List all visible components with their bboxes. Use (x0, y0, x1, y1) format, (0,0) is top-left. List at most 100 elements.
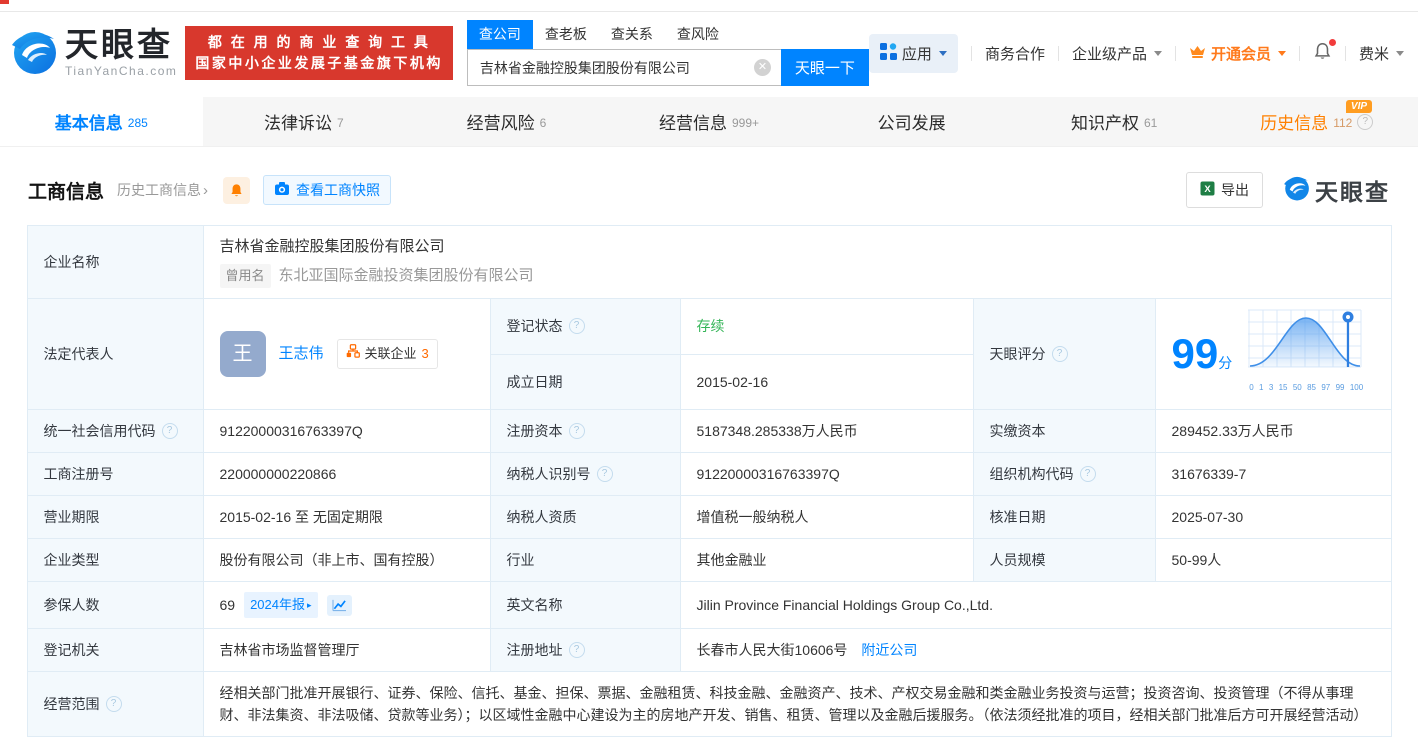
section-title: 工商信息 (28, 181, 105, 203)
business-info-table: 企业名称 吉林省金融控股集团股份有限公司 曾用名 东北亚国际金融投资集团股份有限… (26, 225, 1392, 737)
tianyan-score[interactable]: 99分 0 1 3 15 50 85 97 99 100 (1172, 309, 1375, 399)
search-tab-relation[interactable]: 查关系 (599, 20, 665, 49)
tab-company-development[interactable]: 公司发展 (810, 97, 1013, 146)
notification-dot (1328, 38, 1336, 46)
former-name-value: 东北亚国际金融投资集团股份有限公司 (278, 267, 534, 284)
search-module: 查公司 查老板 查关系 查风险 ✕ 天眼一下 (466, 20, 869, 86)
score-distribution-chart: 0 1 3 15 50 85 97 99 100 (1248, 309, 1364, 399)
tab-history-info[interactable]: VIP 历史信息 112 ? (1215, 97, 1418, 146)
field-label-approval-date: 核准日期 (972, 495, 1156, 539)
help-icon[interactable]: ? (596, 466, 613, 482)
tab-count: 61 (1144, 115, 1158, 130)
help-icon[interactable]: ? (161, 423, 178, 439)
tab-operation-info[interactable]: 经营信息 999+ (608, 97, 811, 146)
brand-domain: TianYanCha.com (65, 64, 178, 79)
search-tab-company[interactable]: 查公司 (466, 20, 533, 49)
reg-capital-value: 5187348.285338万人民币 (679, 409, 974, 453)
business-scope-value: 经相关部门批准开展银行、证券、保险、信托、基金、担保、票据、金融租赁、科技金融、… (202, 671, 1392, 737)
tab-label: 历史信息 (1260, 114, 1329, 133)
caret-right-icon: ▸ (307, 600, 312, 610)
notification-bell-icon[interactable] (1313, 38, 1336, 65)
nav-divider (1344, 45, 1346, 61)
help-icon[interactable]: ? (568, 642, 585, 658)
nav-cooperation[interactable]: 商务合作 (985, 43, 1045, 64)
tab-label: 知识产权 (1071, 114, 1139, 133)
tab-label: 经营风险 (466, 114, 535, 133)
related-companies-chip[interactable]: 关联企业 3 (336, 339, 438, 369)
tab-count: 285 (127, 115, 148, 130)
legal-rep-avatar[interactable]: 王 (219, 331, 266, 377)
table-row: 参保人数 69 2024年报 ▸ 英文名称 Jilin Province Fina… (26, 581, 1392, 629)
search-button[interactable]: 天眼一下 (780, 49, 869, 86)
establish-date-value: 2015-02-16 (679, 353, 974, 410)
crown-icon (1189, 44, 1206, 63)
nav-enterprise-label: 企业级产品 (1071, 45, 1147, 63)
tianyancha-logo[interactable]: 天眼查 TianYanCha.com (10, 27, 177, 80)
annual-report-badge[interactable]: 2024年报 ▸ (244, 592, 318, 618)
field-label-credit-code: 统一社会信用代码 ? (26, 409, 204, 453)
score-unit: 分 (1218, 355, 1233, 371)
field-label-taxpayer-quality: 纳税人资质 (489, 495, 681, 539)
tab-basic-info[interactable]: 基本信息 285 (0, 97, 203, 146)
apps-grid-icon (879, 42, 897, 64)
related-companies-count: 3 (421, 346, 429, 361)
search-tab-risk[interactable]: 查风险 (665, 20, 731, 49)
history-link-label: 历史工商信息 (117, 182, 202, 198)
nav-user-menu[interactable]: 费米 (1359, 43, 1404, 64)
vip-badge: VIP (1345, 100, 1373, 113)
score-axis-labels: 0 1 3 15 50 85 97 99 100 (1249, 383, 1364, 392)
field-label-reg-status: 登记状态 ? (489, 298, 681, 355)
field-label-english-name: 英文名称 (489, 581, 681, 629)
tab-intellectual-property[interactable]: 知识产权 61 (1013, 97, 1216, 146)
insured-trend-icon[interactable] (326, 594, 352, 616)
tab-legal-litigation[interactable]: 法律诉讼 7 (203, 97, 406, 146)
nav-enterprise-products[interactable]: 企业级产品 (1072, 43, 1162, 64)
field-label-address: 注册地址 ? (489, 628, 681, 672)
field-label-staff-size: 人员规模 (972, 538, 1156, 582)
reg-status-value: 存续 (696, 318, 725, 335)
tab-count: 999+ (732, 115, 760, 130)
field-label-insured: 参保人数 (26, 581, 204, 629)
clear-search-icon[interactable]: ✕ (753, 59, 771, 76)
help-icon[interactable]: ? (105, 696, 122, 712)
nav-open-vip[interactable]: 开通会员 (1189, 43, 1286, 64)
tab-label: 基本信息 (54, 114, 123, 133)
history-business-info-link[interactable]: 历史工商信息 › (117, 180, 208, 200)
help-icon[interactable]: ? (1051, 346, 1068, 362)
nav-apps[interactable]: 应用 (868, 33, 958, 73)
nav-divider (1057, 45, 1059, 61)
tab-operation-risk[interactable]: 经营风险 6 (405, 97, 608, 146)
search-tab-boss[interactable]: 查老板 (533, 20, 599, 49)
nav-divider (970, 45, 972, 61)
watermark-label: 天眼查 (1315, 179, 1390, 205)
nearby-companies-link[interactable]: 附近公司 (861, 642, 917, 658)
business-snapshot-button[interactable]: 查看工商快照 (263, 175, 392, 205)
field-label-industry: 行业 (489, 538, 681, 582)
field-label-paid-capital: 实缴资本 (972, 409, 1156, 453)
export-button[interactable]: X 导出 (1186, 172, 1263, 208)
help-icon[interactable]: ? (1079, 466, 1096, 482)
excel-icon: X (1200, 181, 1215, 199)
company-tabbar: 基本信息 285 法律诉讼 7 经营风险 6 经营信息 999+ 公司发展 知识… (0, 97, 1418, 147)
tab-label: 法律诉讼 (264, 114, 333, 133)
address-value: 长春市人民大街10606号 (696, 642, 848, 658)
legal-rep-name-link[interactable]: 王志伟 (279, 343, 324, 365)
field-label-reg-authority: 登记机关 (26, 628, 204, 672)
subscribe-bell-button[interactable] (223, 176, 251, 204)
search-input[interactable] (466, 49, 781, 86)
business-term-value: 2015-02-16 至 无固定期限 (202, 495, 491, 539)
help-icon[interactable]: ? (1357, 113, 1374, 130)
help-icon[interactable]: ? (568, 318, 585, 335)
reg-number-value: 220000000220866 (202, 452, 491, 496)
site-header: 天眼查 TianYanCha.com 都 在 用 的 商 业 查 询 工 具 国… (0, 12, 1418, 94)
field-label-company-type: 企业类型 (26, 538, 204, 582)
table-row: 工商注册号 220000000220866 纳税人识别号 ? 912200003… (26, 452, 1392, 496)
slogan-line1: 都 在 用 的 商 业 查 询 工 具 (207, 34, 431, 50)
field-label-org-code: 组织机构代码 ? (972, 452, 1156, 496)
table-row: 登记机关 吉林省市场监督管理厅 注册地址 ? 长春市人民大街10606号 附近公… (26, 628, 1392, 672)
help-icon[interactable]: ? (568, 423, 585, 439)
tab-label: 经营信息 (659, 114, 727, 133)
table-row: 企业类型 股份有限公司（非上市、国有控股） 行业 其他金融业 人员规模 50-9… (26, 538, 1392, 582)
approval-date-value: 2025-07-30 (1154, 495, 1392, 539)
field-label-company-name: 企业名称 (26, 225, 204, 299)
